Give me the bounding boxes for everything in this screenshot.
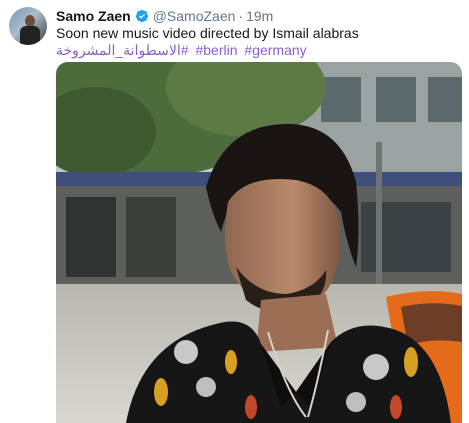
- hashtag-berlin[interactable]: #berlin: [195, 42, 237, 58]
- author-name[interactable]: Samo Zaen: [56, 8, 131, 24]
- avatar-figure-body: [20, 26, 40, 45]
- hashtag-germany[interactable]: #germany: [244, 42, 306, 58]
- tweet-header: Samo Zaen @SamoZaen · 19m: [56, 7, 273, 25]
- avatar[interactable]: [9, 7, 47, 45]
- author-handle[interactable]: @SamoZaen: [153, 8, 236, 24]
- tweet-card[interactable]: Samo Zaen @SamoZaen · 19m Soon new music…: [0, 0, 469, 423]
- tweet-text: Soon new music video directed by Ismail …: [56, 25, 359, 41]
- photo-illustration: [56, 62, 462, 423]
- verified-badge-icon: [135, 9, 148, 23]
- tweet-timestamp[interactable]: 19m: [246, 8, 273, 24]
- hashtag-row: #الاسطوانة_المشروخة #berlin #germany: [56, 42, 310, 59]
- tweet-photo[interactable]: [56, 62, 462, 423]
- hashtag-arabic[interactable]: #الاسطوانة_المشروخة: [56, 42, 189, 59]
- header-separator: ·: [238, 8, 244, 24]
